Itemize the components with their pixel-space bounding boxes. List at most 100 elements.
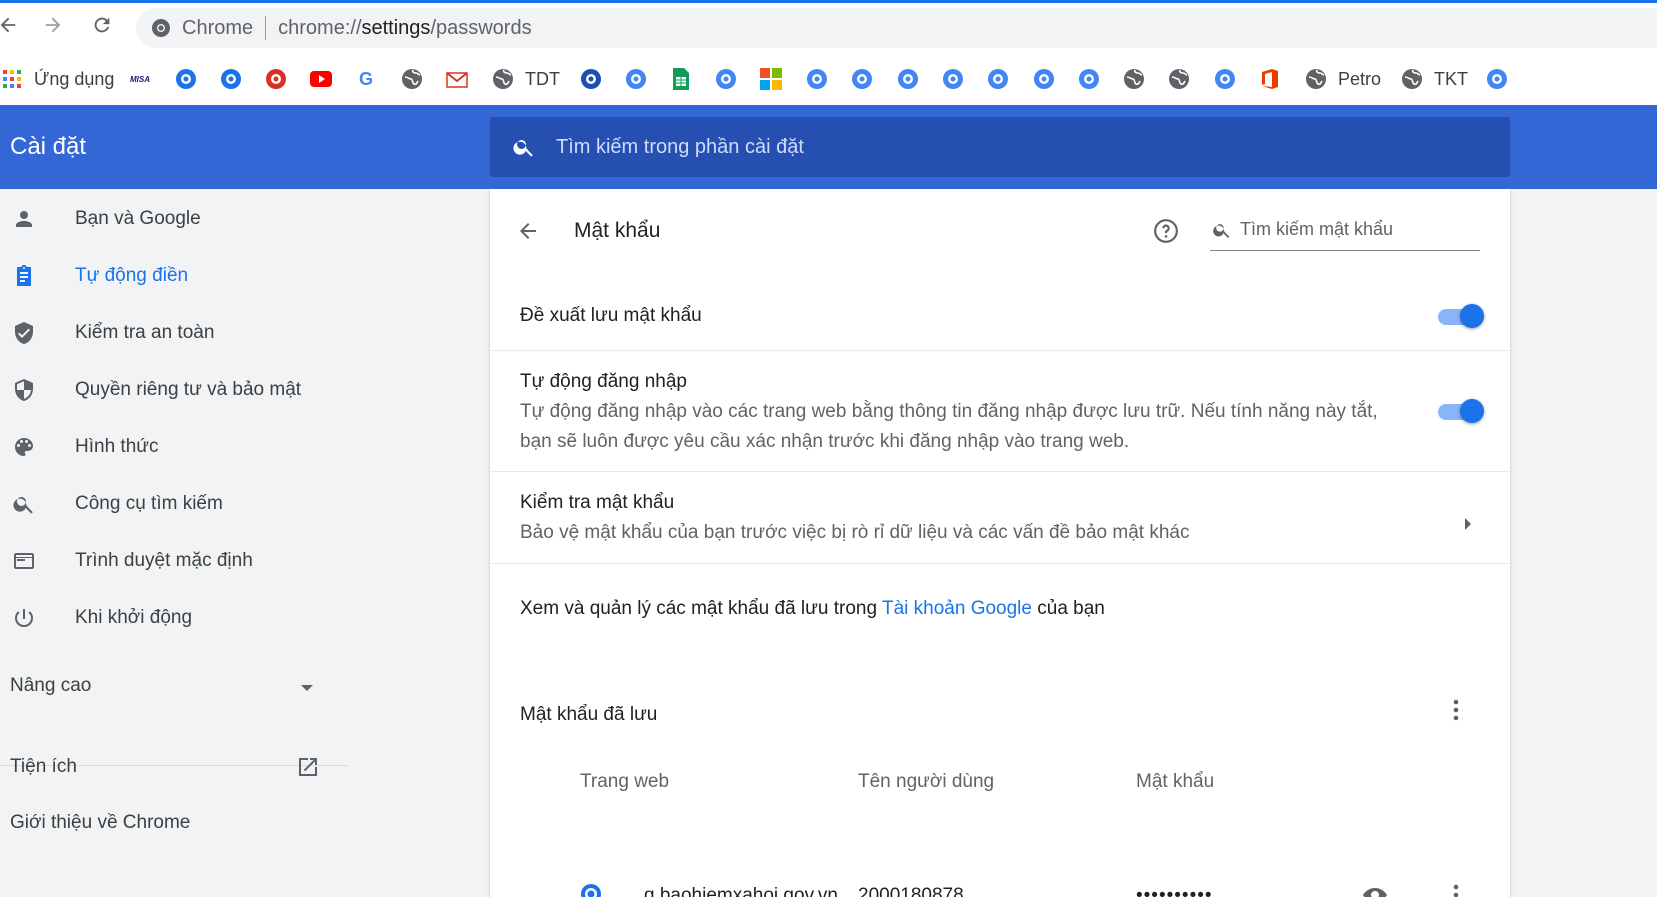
bookmark-icon <box>1077 67 1101 91</box>
bookmark-item[interactable] <box>986 65 1010 93</box>
bookmark-item[interactable]: MISA <box>128 65 152 93</box>
sidebar-item-label: Kiểm tra an toàn <box>75 322 215 343</box>
row-more-vert-icon[interactable] <box>1442 881 1470 897</box>
bhxh-icon <box>219 67 243 91</box>
sidebar-item-default-browser[interactable]: Trình duyệt mặc định <box>0 537 350 585</box>
back-arrow-icon[interactable] <box>0 7 26 43</box>
power-icon <box>10 604 38 632</box>
dropdown-arrow-icon <box>300 680 314 698</box>
forward-arrow-icon[interactable] <box>35 7 71 43</box>
bookmarks-bar: Ứng dụng MISA G TDT Petro TKT <box>0 53 1657 105</box>
sidebar-item-extensions[interactable]: Tiện ích <box>0 743 350 791</box>
check-passwords-row[interactable]: Kiểm tra mật khẩu Bảo vệ mật khẩu của bạ… <box>490 471 1510 564</box>
sidebar-item-autofill[interactable]: Tự động điền <box>0 252 350 300</box>
bookmark-item[interactable] <box>1485 65 1509 93</box>
google-account-link[interactable]: Tài khoản Google <box>882 598 1032 619</box>
bookmark-item[interactable] <box>759 65 783 93</box>
sheets-icon <box>669 67 693 91</box>
password-search-input[interactable] <box>1240 219 1470 240</box>
browser-icon <box>10 547 38 575</box>
sidebar-item-label: Tự động điền <box>75 265 189 286</box>
bookmark-item[interactable]: TKT <box>1400 65 1468 93</box>
bookmark-item[interactable] <box>1258 65 1282 93</box>
bookmark-item[interactable] <box>219 65 243 93</box>
bookmark-item[interactable] <box>400 65 424 93</box>
bookmark-item[interactable] <box>174 65 198 93</box>
bookmark-icon <box>986 67 1010 91</box>
bookmark-item[interactable]: TDT <box>491 65 560 93</box>
back-arrow-icon[interactable] <box>512 215 544 247</box>
bookmark-item[interactable]: G <box>354 65 378 93</box>
manage-account-text: Xem và quản lý các mật khẩu đã lưu trong… <box>520 598 1105 619</box>
eye-icon[interactable] <box>1362 885 1388 897</box>
bookmark-icon <box>1485 67 1509 91</box>
bookmark-label: Ứng dụng <box>34 68 115 89</box>
passwords-card: Mật khẩu Đề xuất lưu mật khẩu Tự động đă… <box>490 189 1510 897</box>
bookmark-item[interactable] <box>309 65 333 93</box>
google-icon: G <box>358 68 373 89</box>
offer-save-toggle[interactable] <box>1436 304 1484 328</box>
bookmark-item[interactable] <box>624 65 648 93</box>
sidebar-item-on-startup[interactable]: Khi khởi động <box>0 594 350 642</box>
bookmark-item[interactable] <box>941 65 965 93</box>
bookmark-item[interactable]: Ứng dụng <box>0 65 114 93</box>
about-label: Giới thiệu về Chrome <box>10 812 191 833</box>
settings-search-input[interactable] <box>556 135 1456 159</box>
bookmark-item[interactable] <box>805 65 829 93</box>
youtube-icon <box>309 67 333 91</box>
saved-username: 2000180878 <box>858 885 964 897</box>
sidebar-item-safety-check[interactable]: Kiểm tra an toàn <box>0 309 350 357</box>
sidebar-item-you-and-google[interactable]: Bạn và Google <box>0 195 350 243</box>
shield-icon <box>10 376 38 404</box>
bookmark-item[interactable] <box>714 65 738 93</box>
column-header-password: Mật khẩu <box>1136 771 1215 792</box>
sidebar-item-privacy[interactable]: Quyền riêng tư và bảo mật <box>0 366 350 414</box>
bookmark-item[interactable] <box>1032 65 1056 93</box>
advanced-label: Nâng cao <box>10 675 92 696</box>
sidebar-item-about-chrome[interactable]: Giới thiệu về Chrome <box>0 799 350 847</box>
check-passwords-description: Bảo vệ mật khẩu của bạn trước việc bị rò… <box>520 522 1190 543</box>
section-title: Mật khẩu <box>574 219 661 242</box>
help-icon[interactable] <box>1150 215 1182 247</box>
bhxh-icon <box>580 883 602 897</box>
sidebar-item-label: Quyền riêng tư và bảo mật <box>75 379 302 400</box>
vnpt-icon <box>579 67 603 91</box>
bookmark-item[interactable] <box>264 65 288 93</box>
column-header-website: Trang web <box>580 771 670 792</box>
bookmark-item[interactable] <box>669 65 693 93</box>
sidebar-item-search-engine[interactable]: Công cụ tìm kiếm <box>0 480 350 528</box>
address-bar[interactable]: Chrome chrome://settings/passwords <box>136 8 1657 48</box>
auto-signin-label: Tự động đăng nhập <box>520 371 687 392</box>
page-title: Cài đặt <box>10 133 87 160</box>
globe-icon <box>491 67 515 91</box>
bookmark-item[interactable] <box>1213 65 1237 93</box>
settings-search[interactable] <box>490 117 1510 177</box>
bookmark-item[interactable] <box>1077 65 1101 93</box>
sidebar-advanced-toggle[interactable]: Nâng cao <box>0 662 350 710</box>
reload-icon[interactable] <box>84 7 120 43</box>
sidebar-item-label: Hình thức <box>75 436 159 457</box>
sidebar-item-label: Bạn và Google <box>75 208 201 229</box>
bookmark-icon <box>850 67 874 91</box>
bookmark-item[interactable] <box>896 65 920 93</box>
offer-save-label: Đề xuất lưu mật khẩu <box>520 305 702 326</box>
globe-icon <box>1304 67 1328 91</box>
bookmark-item[interactable] <box>579 65 603 93</box>
auto-signin-toggle[interactable] <box>1436 399 1484 423</box>
bookmark-item[interactable] <box>1167 65 1191 93</box>
settings-header: Cài đặt <box>0 105 1657 189</box>
url-text: chrome://settings/passwords <box>278 16 532 39</box>
bookmark-item[interactable]: Petro <box>1304 65 1381 93</box>
bookmark-item[interactable] <box>1122 65 1146 93</box>
more-vert-icon[interactable] <box>1442 696 1470 724</box>
bookmark-icon <box>1032 67 1056 91</box>
bookmark-item[interactable] <box>850 65 874 93</box>
manage-account-row: Xem và quản lý các mật khẩu đã lưu trong… <box>490 563 1510 663</box>
emblem-icon <box>264 67 288 91</box>
password-search[interactable] <box>1210 209 1480 251</box>
bookmark-item[interactable] <box>445 65 469 93</box>
bhxh-icon <box>174 67 198 91</box>
saved-passwords-heading: Mật khẩu đã lưu <box>520 704 658 725</box>
sidebar-item-appearance[interactable]: Hình thức <box>0 423 350 471</box>
search-icon <box>10 490 38 518</box>
